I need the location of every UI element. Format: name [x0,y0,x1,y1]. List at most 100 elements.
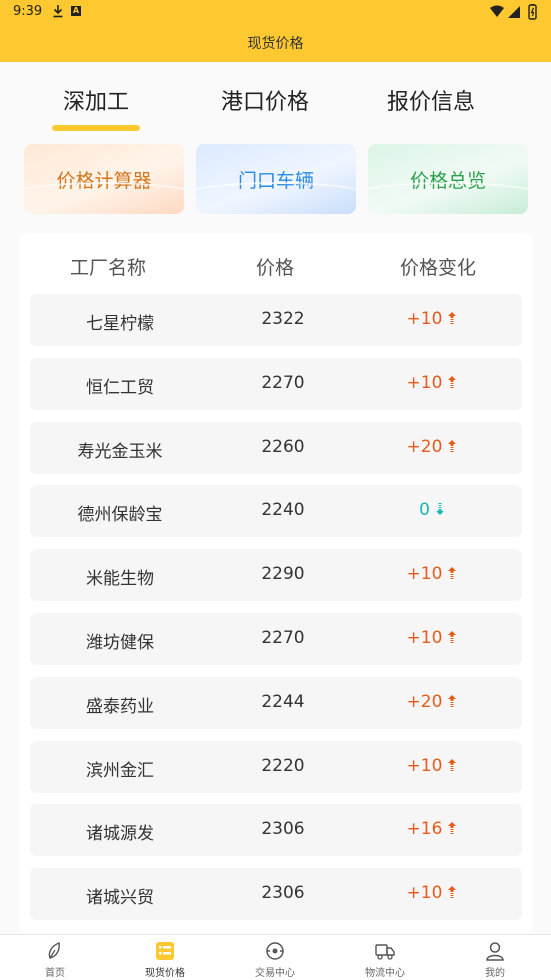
tabbar-label-spot-price: 现货价格 [145,968,185,979]
factory-price: 2306 [261,883,305,903]
factory-price-table[interactable]: 工厂名称 价格 价格变化 七星柠檬 2322 +10 恒仁工贸 2270 +10 寿光金玉米… [18,233,534,934]
trade-center-icon [266,942,284,960]
category-tabs: 深加工 港口价格 报价信息 [0,62,551,142]
price-calculator-button[interactable]: 价格计算器 [24,144,184,214]
price-overview-label: 价格总览 [409,169,486,192]
active-tab-indicator [52,125,140,131]
tabbar-item-profile[interactable]: 我的 [440,935,550,980]
price-change-value: +20 [406,692,443,712]
download-icon [53,5,63,18]
arrow-up-icon [448,631,457,643]
table-row[interactable]: 寿光金玉米 2260 +20 [30,422,522,474]
tabbar-label-trade-center: 交易中心 [255,968,295,979]
table-header: 工厂名称 价格 价格变化 [18,253,534,283]
user-icon [486,942,504,961]
arrow-up-icon [448,440,457,452]
truck-icon [375,944,395,960]
table-row[interactable]: 诸城兴贸 2306 +10 [30,868,522,920]
price-change-value: +10 [406,309,443,329]
page-title: 现货价格 [247,36,304,52]
factory-name: 诸城兴贸 [86,888,154,908]
price-change-value: +10 [406,883,443,903]
price-change: +10 [382,883,482,903]
factory-price: 2270 [261,628,305,648]
price-change-value: +20 [406,437,443,457]
table-row[interactable]: 德州保龄宝 2240 0 [30,485,522,537]
factory-price: 2220 [261,756,305,776]
table-row[interactable]: 米能生物 2290 +10 [30,549,522,601]
main-content: 深加工 港口价格 报价信息 价格计算器 门口车辆 价格总览 工厂名称 价格 价格… [0,62,551,934]
arrow-up-icon [448,822,457,834]
factory-price: 2270 [261,373,305,393]
factory-price: 2290 [261,564,305,584]
price-change: +10 [382,309,482,329]
price-change: +20 [382,692,482,712]
price-change: +20 [382,437,482,457]
factory-price: 2260 [261,437,305,457]
factory-name: 盛泰药业 [86,697,154,717]
factory-price: 2240 [261,500,305,520]
table-row[interactable]: 恒仁工贸 2270 +10 [30,358,522,410]
notification-a-icon: A [71,6,81,16]
column-header-factory: 工厂名称 [70,257,147,279]
price-change-value: +10 [406,756,443,776]
app-header: 9:39 A 现货价格 [0,0,551,62]
signal-battery-icons [490,4,537,20]
bottom-tab-bar: 首页 现货价格 交易中心 物流中心 我的 [0,934,551,980]
gate-vehicles-button[interactable]: 门口车辆 [196,144,356,214]
status-time: 9:39 [13,4,43,19]
arrow-up-icon [448,759,457,771]
column-header-change: 价格变化 [400,257,477,279]
tabbar-label-home: 首页 [45,968,65,979]
price-change-value: +10 [406,628,443,648]
tabbar-item-home[interactable]: 首页 [0,935,110,980]
price-calculator-label: 价格计算器 [56,169,152,192]
arrow-down-icon [435,503,444,515]
arrow-up-icon [448,695,457,707]
factory-name: 米能生物 [86,569,154,589]
table-row[interactable]: 七星柠檬 2322 +10 [30,294,522,346]
factory-price: 2322 [261,309,305,329]
price-change-value: 0 [419,500,430,520]
tabbar-item-logistics[interactable]: 物流中心 [330,935,440,980]
tab-deep-processing[interactable]: 深加工 [16,84,176,116]
tab-quote-info[interactable]: 报价信息 [351,84,511,116]
arrow-up-icon [448,886,457,898]
factory-name: 德州保龄宝 [77,505,163,525]
factory-name: 七星柠檬 [86,314,154,334]
table-row[interactable]: 滨州金汇 2220 +10 [30,741,522,793]
price-change-value: +10 [406,373,443,393]
factory-name: 滨州金汇 [86,761,154,781]
price-change-value: +16 [406,819,443,839]
price-change: +16 [382,819,482,839]
price-list-icon [156,942,174,960]
tabbar-label-profile: 我的 [485,968,505,979]
factory-name: 潍坊健保 [86,633,154,653]
tabbar-item-spot-price[interactable]: 现货价格 [110,935,220,980]
arrow-up-icon [448,376,457,388]
price-overview-button[interactable]: 价格总览 [368,144,528,214]
tabbar-label-logistics: 物流中心 [365,968,405,979]
factory-price: 2244 [261,692,305,712]
home-leaf-icon [48,942,60,959]
price-change: +10 [382,373,482,393]
factory-name: 寿光金玉米 [77,442,163,462]
table-row[interactable]: 诸城源发 2306 +16 [30,804,522,856]
column-header-price: 价格 [256,257,295,279]
arrow-up-icon [448,567,457,579]
table-row[interactable]: 潍坊健保 2270 +10 [30,613,522,665]
factory-name: 恒仁工贸 [86,378,154,398]
price-change: +10 [382,756,482,776]
price-change: +10 [382,564,482,584]
factory-price: 2306 [261,819,305,839]
factory-name: 诸城源发 [86,824,154,844]
tabbar-item-trade-center[interactable]: 交易中心 [220,935,330,980]
price-change: 0 [382,500,482,520]
tab-port-price[interactable]: 港口价格 [185,84,345,116]
arrow-up-icon [448,312,457,324]
price-change-value: +10 [406,564,443,584]
price-change: +10 [382,628,482,648]
table-row[interactable]: 盛泰药业 2244 +20 [30,677,522,729]
gate-vehicles-label: 门口车辆 [237,169,314,192]
status-bar: 9:39 A [0,0,551,24]
